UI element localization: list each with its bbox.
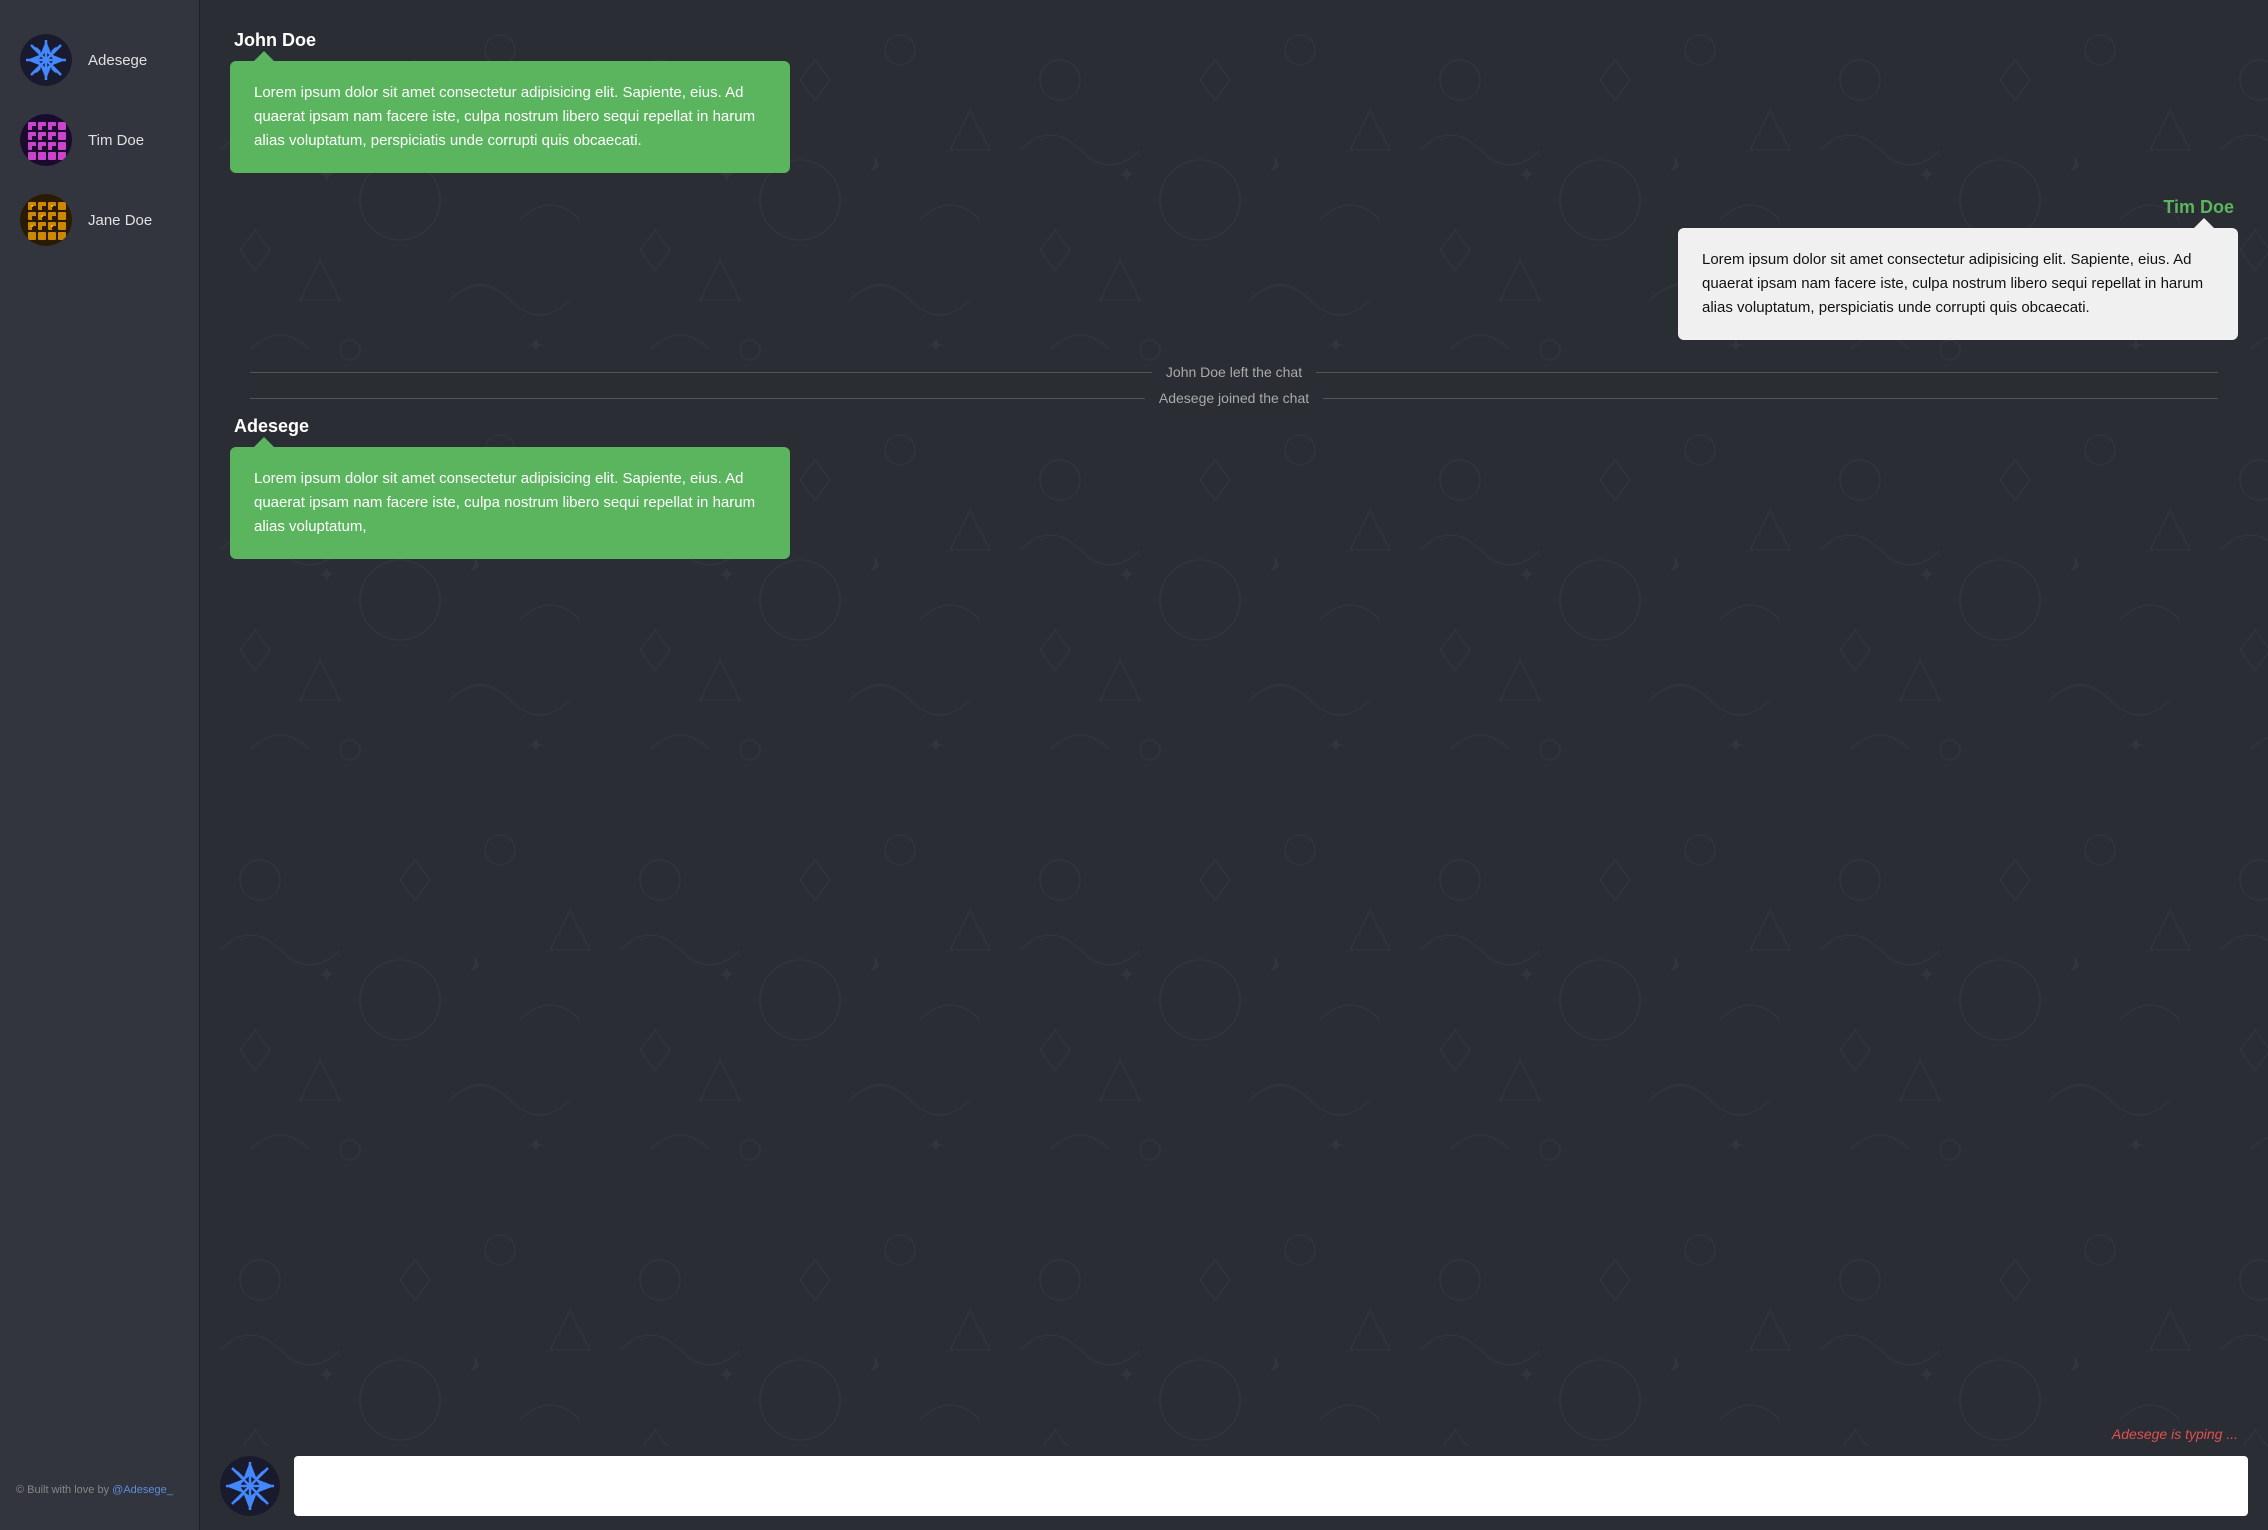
footer-link[interactable]: @Adesege_	[112, 1484, 173, 1496]
system-line-left-2	[250, 398, 1145, 399]
chat-scroll[interactable]: John Doe Lorem ipsum dolor sit amet cons…	[200, 0, 2268, 1422]
message-bubble-tim-doe: Lorem ipsum dolor sit amet consectetur a…	[1678, 228, 2238, 340]
message-bubble-adesege: Lorem ipsum dolor sit amet consectetur a…	[230, 447, 790, 559]
input-avatar-adesege	[220, 1456, 280, 1516]
system-line-right-1	[1316, 372, 2218, 373]
system-message-john-left: John Doe left the chat	[230, 364, 2238, 380]
message-sender-adesege: Adesege	[234, 416, 2238, 437]
system-text-john-left: John Doe left the chat	[1166, 364, 1302, 380]
sidebar-item-adesege[interactable]: Adesege	[0, 20, 199, 100]
typing-indicator: Adesege is typing ...	[200, 1422, 2268, 1446]
avatar-jane-doe	[20, 194, 72, 246]
system-line-left-1	[250, 372, 1152, 373]
message-bubble-john-doe: Lorem ipsum dolor sit amet consectetur a…	[230, 61, 790, 173]
input-area	[200, 1446, 2268, 1530]
message-group-tim-doe: Tim Doe Lorem ipsum dolor sit amet conse…	[230, 197, 2238, 340]
message-input[interactable]	[294, 1456, 2248, 1516]
message-sender-john-doe: John Doe	[234, 30, 2238, 51]
message-group-adesege: Adesege Lorem ipsum dolor sit amet conse…	[230, 416, 2238, 559]
message-sender-tim-doe: Tim Doe	[2163, 197, 2234, 218]
main-chat: John Doe Lorem ipsum dolor sit amet cons…	[200, 0, 2268, 1530]
sidebar-username-jane-doe: Jane Doe	[88, 212, 152, 229]
system-message-adesege-joined: Adesege joined the chat	[230, 390, 2238, 406]
footer-text: © Built with love by	[16, 1484, 112, 1496]
system-line-right-2	[1323, 398, 2218, 399]
typing-indicator-text: Adesege is typing ...	[2112, 1426, 2238, 1442]
avatar-adesege	[20, 34, 72, 86]
sidebar-username-tim-doe: Tim Doe	[88, 132, 144, 149]
sidebar-username-adesege: Adesege	[88, 52, 147, 69]
system-text-adesege-joined: Adesege joined the chat	[1159, 390, 1309, 406]
avatar-tim-doe	[20, 114, 72, 166]
message-group-john-doe: John Doe Lorem ipsum dolor sit amet cons…	[230, 30, 2238, 173]
sidebar: Adesege	[0, 0, 200, 1530]
sidebar-item-jane-doe[interactable]: Jane Doe	[0, 180, 199, 260]
sidebar-item-tim-doe[interactable]: Tim Doe	[0, 100, 199, 180]
sidebar-footer: © Built with love by @Adesege_	[0, 1470, 199, 1510]
